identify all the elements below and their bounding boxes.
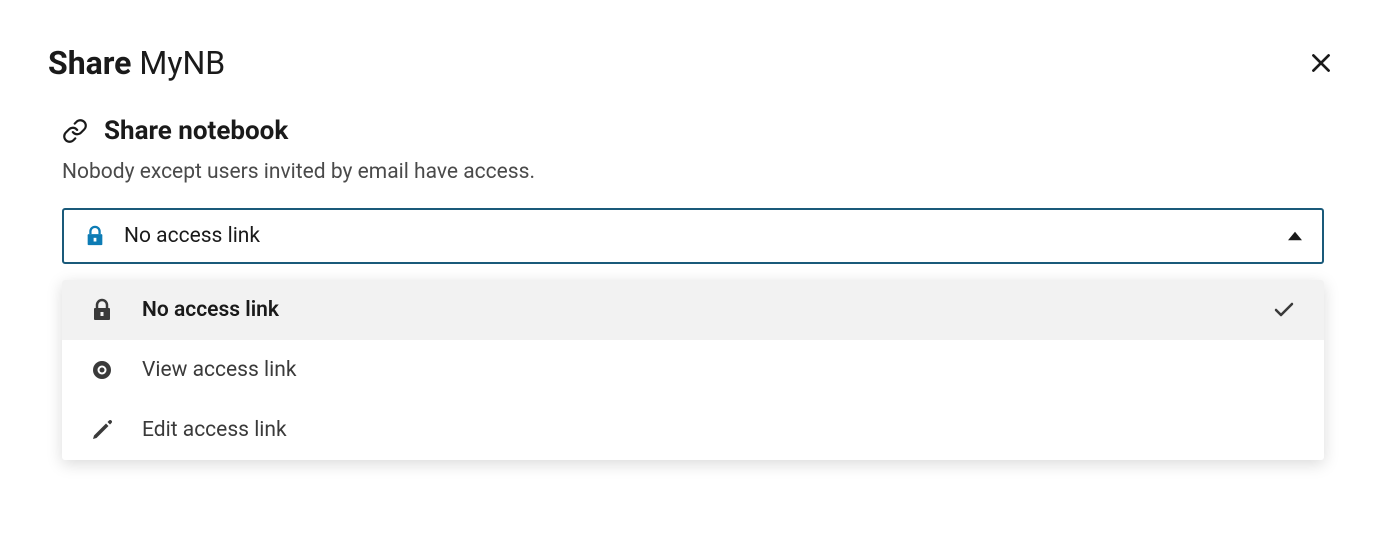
dropdown-item-left: No access link <box>90 298 279 322</box>
share-notebook-section: Share notebook Nobody except users invit… <box>48 116 1338 460</box>
dropdown-item-no-access[interactable]: No access link <box>62 280 1324 340</box>
section-description: Nobody except users invited by email hav… <box>62 160 1324 184</box>
section-title: Share notebook <box>104 116 288 146</box>
title-prefix: Share <box>48 44 131 82</box>
select-current-label: No access link <box>124 224 260 248</box>
pencil-icon <box>90 418 114 442</box>
share-dialog: Share MyNB Share notebook Nobody except … <box>0 0 1386 460</box>
dropdown-item-edit-access[interactable]: Edit access link <box>62 400 1324 460</box>
lock-icon <box>84 225 106 247</box>
eye-icon <box>90 358 114 382</box>
section-header: Share notebook <box>62 116 1324 146</box>
lock-icon <box>90 298 114 322</box>
title-suffix: MyNB <box>139 44 225 82</box>
dropdown-item-label: Edit access link <box>142 418 287 442</box>
dropdown-item-view-access[interactable]: View access link <box>62 340 1324 400</box>
dialog-header: Share MyNB <box>48 44 1338 82</box>
dropdown-item-left: View access link <box>90 358 297 382</box>
close-icon <box>1308 50 1334 76</box>
caret-up-icon <box>1288 229 1302 243</box>
select-left: No access link <box>84 224 260 248</box>
link-icon <box>62 118 88 144</box>
access-link-dropdown: No access link View access link <box>62 280 1324 460</box>
dialog-title: Share MyNB <box>48 44 225 82</box>
access-link-select[interactable]: No access link <box>62 208 1324 264</box>
close-button[interactable] <box>1304 46 1338 80</box>
check-icon <box>1272 298 1296 322</box>
dropdown-item-left: Edit access link <box>90 418 287 442</box>
dropdown-item-label: View access link <box>142 358 297 382</box>
dropdown-item-label: No access link <box>142 298 279 322</box>
